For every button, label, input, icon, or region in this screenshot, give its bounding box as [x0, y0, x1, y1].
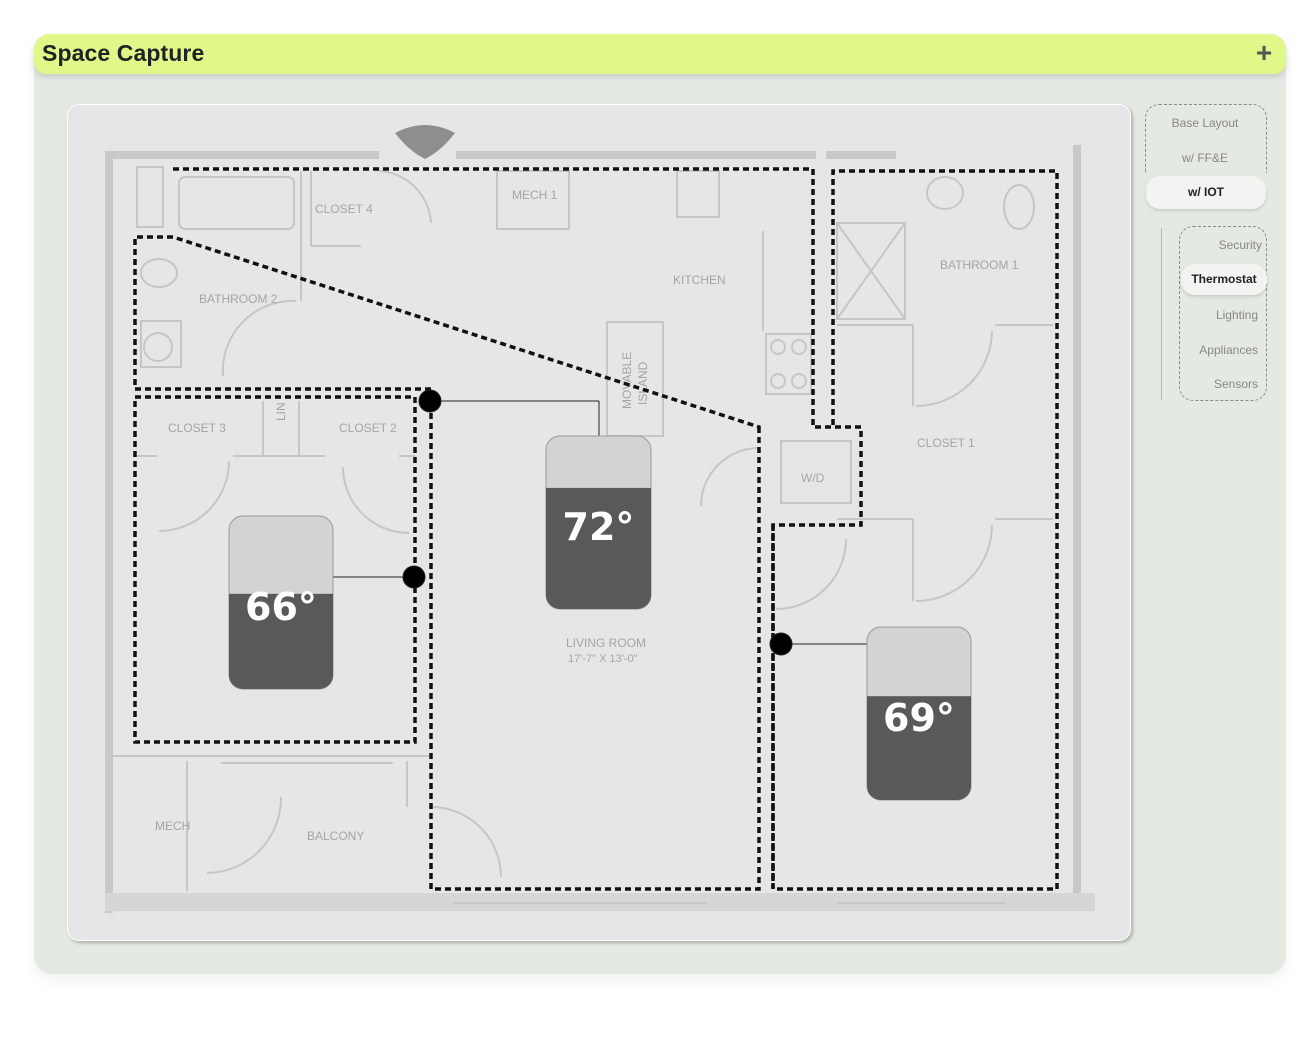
- room-label-closet2: CLOSET 2: [339, 421, 397, 435]
- submenu-connector: [1161, 228, 1162, 400]
- room-label-lin: LIN: [274, 402, 288, 421]
- room-label-closet3: CLOSET 3: [168, 421, 226, 435]
- thermostat-left-bedroom[interactable]: 66°: [228, 515, 334, 690]
- thermostat-temp-label: 66°: [245, 585, 317, 629]
- floor-plan-frame: BATHROOM 2 CLOSET 4 MECH 1 KITCHEN MOVAB…: [67, 104, 1131, 941]
- room-label-balcony: BALCONY: [307, 829, 364, 843]
- iot-sensors[interactable]: Sensors: [1190, 377, 1258, 391]
- room-label-bathroom2: BATHROOM 2: [199, 292, 278, 306]
- title-bar: Space Capture +: [34, 34, 1286, 74]
- iot-thermostat[interactable]: Thermostat: [1181, 264, 1267, 295]
- iot-appliances[interactable]: Appliances: [1186, 343, 1258, 357]
- floor-plan: BATHROOM 2 CLOSET 4 MECH 1 KITCHEN MOVAB…: [105, 125, 1095, 913]
- room-label-bathroom1: BATHROOM 1: [940, 258, 1019, 272]
- room-label-mech1: MECH 1: [512, 188, 558, 202]
- room-label-living: LIVING ROOM: [566, 636, 646, 650]
- view-ffe[interactable]: w/ FF&E: [1150, 151, 1260, 165]
- room-label-mech: MECH: [155, 819, 190, 833]
- room-label-kitchen: KITCHEN: [673, 273, 726, 287]
- iot-security[interactable]: Security: [1190, 238, 1262, 252]
- room-label-island-1: MOVABLE: [620, 352, 634, 409]
- view-base-layout[interactable]: Base Layout: [1150, 116, 1260, 130]
- thermostat-living-room[interactable]: 72°: [545, 435, 652, 610]
- thermostat-temp-label: 69°: [883, 696, 955, 740]
- room-label-closet1: CLOSET 1: [917, 436, 975, 450]
- thermostat-right-bedroom[interactable]: 69°: [866, 626, 972, 801]
- app-title: Space Capture: [42, 40, 205, 66]
- iot-lighting[interactable]: Lighting: [1190, 308, 1258, 322]
- sensor-icon: [395, 125, 455, 159]
- thermostat-sensor-dot: [402, 565, 426, 589]
- thermostat-sensor-dot: [769, 632, 793, 656]
- room-label-closet4: CLOSET 4: [315, 202, 373, 216]
- room-label-wd: W/D: [801, 471, 825, 485]
- view-iot[interactable]: w/ IOT: [1146, 176, 1266, 209]
- room-label-living-dims: 17'-7" X 13'-0": [568, 653, 638, 665]
- room-label-island-2: ISLAND: [636, 361, 650, 405]
- plus-icon[interactable]: +: [1252, 38, 1276, 68]
- thermostat-sensor-dot: [418, 389, 442, 413]
- thermostat-temp-label: 72°: [563, 505, 635, 549]
